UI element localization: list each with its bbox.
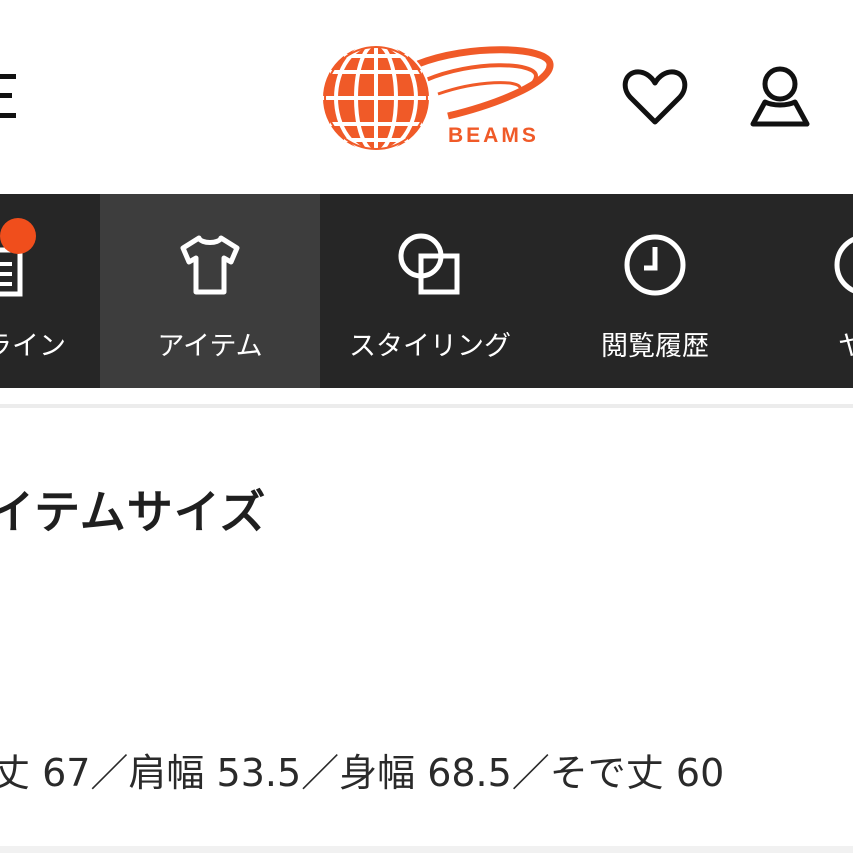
divider [0, 404, 853, 408]
category-label: 閲覧履歴 [601, 331, 709, 362]
logo-text: BEAMS [448, 124, 539, 147]
section-title: イテムサイズ [0, 485, 267, 539]
category-styling[interactable]: スタイリング [320, 194, 540, 388]
category-label: ライン [0, 331, 66, 362]
category-line[interactable]: ライン [0, 194, 100, 388]
category-label: ヤ [838, 331, 853, 362]
tshirt-icon [175, 230, 245, 300]
partial-icon [830, 230, 853, 300]
overlap-squares-icon [395, 230, 465, 300]
category-label: スタイリング [349, 331, 511, 362]
bottom-divider [0, 846, 853, 853]
header: BEAMS [0, 0, 853, 194]
heart-icon [622, 69, 688, 125]
category-history[interactable]: 閲覧履歴 [540, 194, 770, 388]
category-next[interactable]: ヤ [770, 194, 853, 388]
user-icon [750, 66, 810, 127]
menu-icon[interactable] [0, 70, 16, 124]
category-nav: ライン アイテム スタイリング [0, 194, 853, 388]
notification-badge [0, 218, 36, 254]
category-item[interactable]: アイテム [100, 194, 320, 388]
account-button[interactable] [745, 62, 815, 132]
favorites-button[interactable] [620, 62, 690, 132]
beams-logo[interactable]: BEAMS [298, 42, 554, 154]
page: BEAMS ライン [0, 0, 853, 853]
category-label: アイテム [157, 331, 263, 362]
size-measurements: 丈 67／肩幅 53.5／身幅 68.5／そで丈 60 [0, 751, 725, 795]
clock-icon [620, 230, 690, 300]
